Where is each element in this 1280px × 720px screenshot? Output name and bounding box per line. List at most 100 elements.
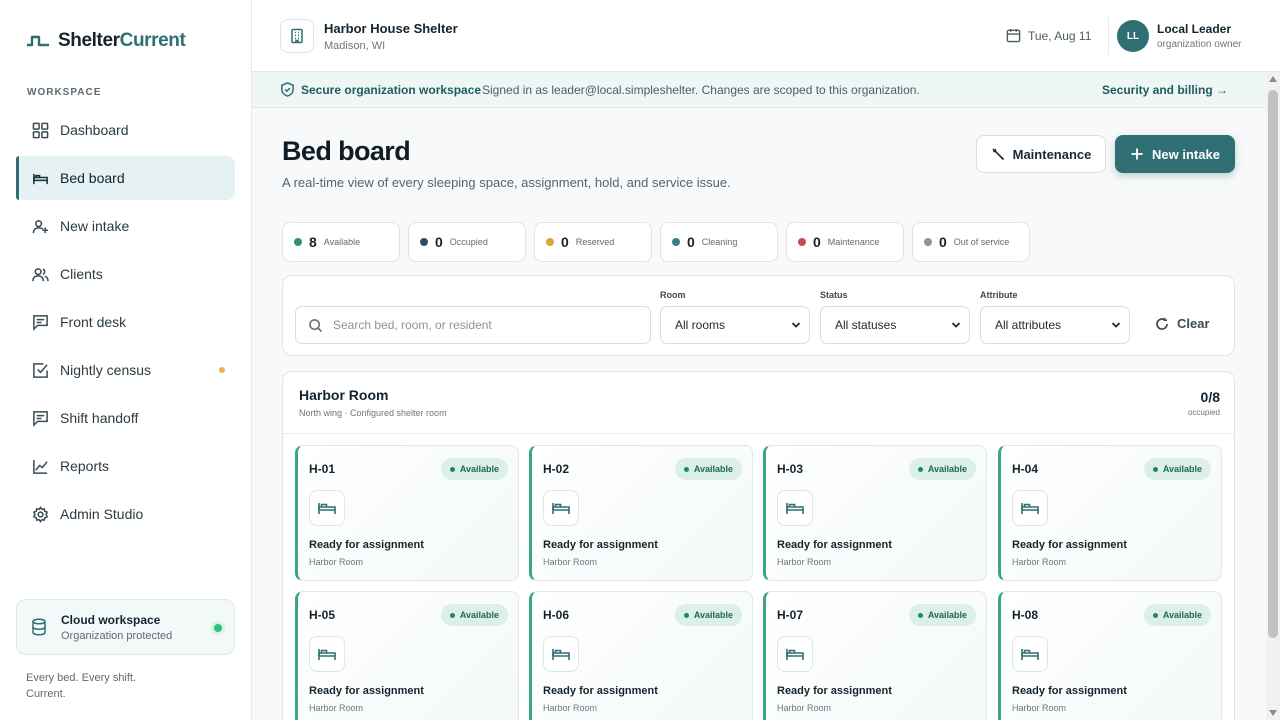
cloud-workspace-subtitle: Organization protected [61, 629, 173, 642]
bed-room: Harbor Room [543, 703, 598, 713]
bed-room: Harbor Room [1012, 703, 1067, 713]
bed-card[interactable]: H-07 Available Ready for assignment Harb… [763, 591, 987, 720]
sidebar-item-label: Dashboard [60, 122, 129, 138]
attribute-select-value: All attributes [995, 318, 1062, 332]
new-intake-label: New intake [1152, 146, 1220, 162]
avatar[interactable]: LL [1117, 20, 1149, 52]
stat-label: Maintenance [827, 237, 880, 247]
stat-count: 0 [813, 234, 821, 250]
page-title: Bed board [282, 136, 411, 166]
bed-room: Harbor Room [543, 557, 598, 567]
bed-card[interactable]: H-03 Available Ready for assignment Harb… [763, 445, 987, 581]
room-description: North wing · Configured shelter room [299, 408, 447, 418]
bed-icon-tile [309, 490, 345, 526]
scroll-up-arrow[interactable] [1269, 76, 1277, 82]
gear-icon [32, 505, 49, 523]
stat-maintenance[interactable]: 0 Maintenance [786, 222, 904, 262]
status-select-value: All statuses [835, 318, 897, 332]
check-square-icon [33, 362, 48, 378]
stat-label: Available [323, 237, 361, 247]
sidebar-item-admin-studio[interactable]: Admin Studio [16, 492, 235, 536]
brand-name: ShelterCurrent [58, 30, 186, 51]
scroll-thumb[interactable] [1268, 90, 1278, 638]
org-building-icon[interactable] [280, 19, 314, 53]
room-name: Harbor Room [299, 387, 389, 403]
scroll-down-arrow[interactable] [1269, 710, 1277, 716]
page-scrollbar[interactable] [1266, 72, 1280, 720]
sidebar-item-front-desk[interactable]: Front desk [16, 300, 235, 344]
bed-status: Ready for assignment [543, 539, 658, 551]
sidebar-item-shift-handoff[interactable]: Shift handoff [16, 396, 235, 440]
bed-card[interactable]: H-05 Available Ready for assignment Harb… [295, 591, 519, 720]
stat-available[interactable]: 8 Available [282, 222, 400, 262]
line-chart-icon [33, 459, 48, 474]
stat-cleaning[interactable]: 0 Cleaning [660, 222, 778, 262]
search-input[interactable] [333, 318, 633, 332]
badge-dot [917, 466, 923, 472]
sidebar-item-bed-board[interactable]: Bed board [16, 156, 235, 200]
new-intake-button[interactable]: New intake [1115, 135, 1235, 173]
clear-filters-button[interactable]: Clear [1155, 316, 1210, 331]
maintenance-button[interactable]: Maintenance [976, 135, 1106, 173]
security-billing-link[interactable]: Security and billing → [1102, 83, 1228, 97]
users-icon [32, 267, 49, 281]
bed-icon [1021, 649, 1039, 660]
stat-reserved[interactable]: 0 Reserved [534, 222, 652, 262]
sidebar-item-label: Front desk [60, 314, 127, 330]
plus-icon [1131, 148, 1143, 160]
bed-status: Ready for assignment [777, 685, 892, 697]
bed-card[interactable]: H-08 Available Ready for assignment Harb… [998, 591, 1222, 720]
attribute-filter-label: Attribute [980, 290, 1018, 300]
bed-id: H-01 [309, 462, 336, 476]
room-occupancy: 0/8 [1200, 389, 1220, 405]
bed-icon [1021, 503, 1039, 514]
bed-status: Ready for assignment [1012, 539, 1127, 551]
bed-icon-tile [1012, 490, 1048, 526]
bed-icon-tile [543, 490, 579, 526]
logo[interactable]: ShelterCurrent [26, 30, 186, 52]
status-filter-label: Status [820, 290, 848, 300]
sidebar-item-label: Reports [60, 458, 110, 474]
user-name[interactable]: Local Leader [1157, 22, 1231, 36]
bed-card[interactable]: H-04 Available Ready for assignment Harb… [998, 445, 1222, 581]
badge-dot [449, 612, 455, 618]
bed-card[interactable]: H-02 Available Ready for assignment Harb… [529, 445, 753, 581]
sidebar-item-label: Clients [60, 266, 103, 282]
stat-label: Cleaning [701, 237, 738, 247]
refresh-icon [1156, 317, 1168, 330]
room-select[interactable]: All rooms [660, 306, 810, 344]
stat-out-of-service[interactable]: 0 Out of service [912, 222, 1030, 262]
cloud-workspace-card[interactable]: Cloud workspace Organization protected [16, 599, 235, 655]
bed-status: Ready for assignment [543, 685, 658, 697]
banner-title: Secure organization workspace [301, 83, 482, 97]
stat-label: Occupied [449, 237, 488, 247]
bed-card[interactable]: H-01 Available Ready for assignment Harb… [295, 445, 519, 581]
bed-icon [318, 503, 336, 514]
bed-icon-tile [1012, 636, 1048, 672]
bed-status: Ready for assignment [309, 685, 424, 697]
badge-label: Available [1162, 464, 1202, 474]
sidebar-item-dashboard[interactable]: Dashboard [16, 108, 235, 152]
room-panel: Harbor Room North wing · Configured shel… [282, 371, 1235, 720]
chevron-down-icon [951, 322, 961, 328]
status-badge: Available [908, 604, 976, 626]
attribute-select[interactable]: All attributes [980, 306, 1130, 344]
bed-icon-tile [777, 636, 813, 672]
cloud-workspace-title: Cloud workspace [61, 612, 161, 627]
stat-occupied[interactable]: 0 Occupied [408, 222, 526, 262]
logo-icon [27, 35, 49, 47]
stat-count: 0 [687, 234, 695, 250]
badge-label: Available [693, 610, 733, 620]
stat-count: 0 [435, 234, 443, 250]
status-select[interactable]: All statuses [820, 306, 970, 344]
bed-icon [318, 649, 336, 660]
sidebar-item-nightly-census[interactable]: Nightly census [16, 348, 235, 392]
bed-card[interactable]: H-06 Available Ready for assignment Harb… [529, 591, 753, 720]
bed-room: Harbor Room [309, 557, 364, 567]
search-box[interactable] [295, 306, 651, 344]
sidebar-item-new-intake[interactable]: New intake [16, 204, 235, 248]
sidebar-item-clients[interactable]: Clients [16, 252, 235, 296]
stat-count: 8 [309, 234, 317, 250]
sidebar-item-reports[interactable]: Reports [16, 444, 235, 488]
stat-label: Out of service [953, 237, 1010, 247]
